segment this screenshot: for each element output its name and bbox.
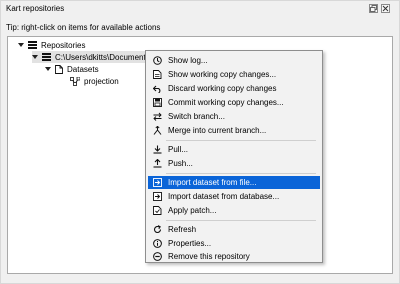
expand-arrow-icon[interactable]	[32, 55, 38, 59]
info-icon	[151, 239, 164, 248]
panel-titlebar: Kart repositories	[1, 1, 399, 17]
tree-label-datasets: Datasets	[67, 64, 99, 74]
refresh-icon	[151, 225, 164, 234]
float-icon	[370, 5, 377, 12]
menu-item-discard-working-copy-changes[interactable]: Discard working copy changes	[148, 82, 320, 95]
switch-icon	[151, 112, 164, 121]
menu-item-label: Properties...	[168, 239, 212, 248]
merge-icon	[151, 126, 164, 135]
menu-item-pull[interactable]: Pull...	[148, 143, 320, 156]
tree-label-projection: projection	[84, 76, 119, 86]
undo-icon	[151, 85, 164, 93]
upload-icon	[151, 159, 164, 168]
menu-item-properties[interactable]: Properties...	[148, 237, 320, 250]
menu-item-label: Show log...	[168, 56, 208, 65]
close-button[interactable]	[381, 4, 390, 13]
menu-item-show-log[interactable]: Show log...	[148, 54, 320, 67]
tree-item-repo[interactable]: C:\Users\dkitts\Documents	[32, 51, 157, 63]
menu-item-refresh[interactable]: Refresh	[148, 223, 320, 236]
menu-item-label: Discard working copy changes	[168, 84, 277, 93]
menu-item-label: Commit working copy changes...	[168, 98, 284, 107]
context-menu: Show log... Show working copy changes...…	[145, 50, 323, 263]
menu-item-show-working-copy-changes[interactable]: Show working copy changes...	[148, 68, 320, 81]
menu-item-import-dataset-from-database[interactable]: Import dataset from database...	[148, 190, 320, 203]
patch-icon	[151, 206, 164, 215]
tree-item-datasets[interactable]: Datasets	[45, 63, 99, 75]
menu-separator	[166, 173, 316, 174]
document-icon	[55, 64, 63, 74]
tree-label-repositories: Repositories	[41, 40, 86, 50]
remove-icon	[151, 252, 164, 261]
expand-arrow-icon[interactable]	[18, 43, 24, 47]
menu-item-label: Pull...	[168, 145, 189, 154]
menu-item-remove-this-repository[interactable]: Remove this repository	[148, 250, 320, 263]
menu-item-import-dataset-from-file[interactable]: Import dataset from file...	[148, 176, 320, 189]
tree-item-repositories[interactable]: Repositories	[18, 39, 85, 51]
menu-item-switch-branch[interactable]: Switch branch...	[148, 110, 320, 123]
log-icon	[151, 56, 164, 65]
changes-icon	[151, 70, 164, 79]
menu-item-label: Show working copy changes...	[168, 70, 277, 79]
close-icon	[382, 5, 389, 12]
menu-item-label: Import dataset from database...	[168, 192, 280, 201]
menu-item-push[interactable]: Push...	[148, 157, 320, 170]
tree-label-repo: C:\Users\dkitts\Documents	[55, 52, 150, 62]
menu-item-label: Merge into current branch...	[168, 126, 267, 135]
menu-item-label: Switch branch...	[168, 112, 225, 121]
menu-item-merge-into-current-branch[interactable]: Merge into current branch...	[148, 124, 320, 137]
panel-title: Kart repositories	[6, 4, 65, 13]
menu-separator	[166, 220, 316, 221]
menu-item-label: Apply patch...	[168, 206, 217, 215]
vector-layer-icon	[70, 76, 80, 86]
float-button[interactable]	[369, 4, 378, 13]
menu-item-apply-patch[interactable]: Apply patch...	[148, 204, 320, 217]
import-file-icon	[151, 178, 164, 187]
repository-icon	[42, 53, 51, 61]
menu-item-commit-working-copy-changes[interactable]: Commit working copy changes...	[148, 96, 320, 109]
expand-arrow-icon[interactable]	[45, 67, 51, 71]
menu-item-label: Push...	[168, 159, 193, 168]
menu-item-label: Remove this repository	[168, 252, 250, 261]
commit-icon	[151, 98, 164, 107]
menu-item-label: Refresh	[168, 225, 197, 234]
repositories-icon	[28, 41, 37, 49]
menu-item-label: Import dataset from file...	[168, 178, 257, 187]
menu-separator	[166, 140, 316, 141]
download-icon	[151, 145, 164, 154]
tree-item-projection[interactable]: projection	[70, 75, 119, 87]
tip-text: Tip: right-click on items for available …	[6, 23, 161, 32]
import-db-icon	[151, 192, 164, 201]
